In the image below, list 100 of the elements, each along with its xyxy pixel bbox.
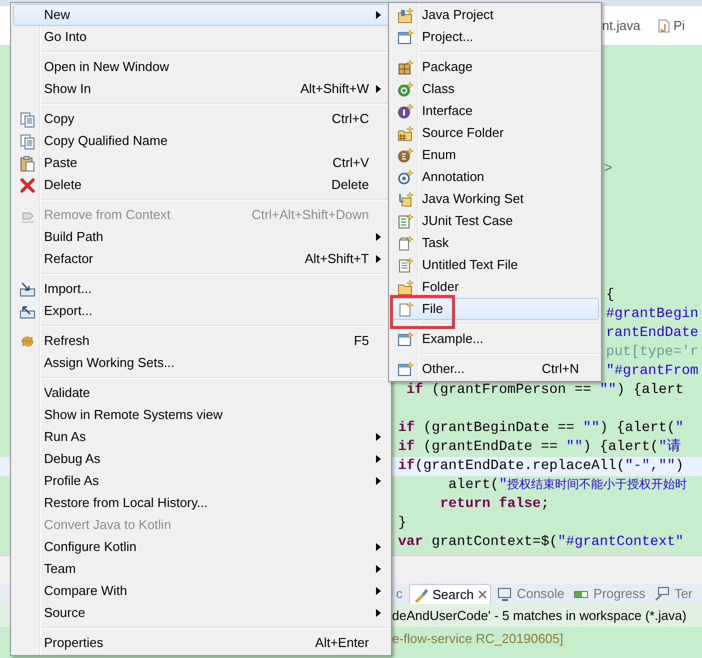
window-icon	[396, 360, 414, 378]
menu-item[interactable]: JUnit Test Case	[391, 210, 599, 232]
menu-item[interactable]: Java Project	[391, 4, 599, 26]
code-line: }	[398, 514, 406, 533]
submenu-arrow-icon	[376, 233, 381, 241]
panel-tab[interactable]: Ter	[651, 584, 696, 604]
menu-item[interactable]: Restore from Local History...	[13, 492, 389, 514]
task-icon	[396, 234, 414, 252]
code-line: if (grantBeginDate == "") {alert("	[398, 419, 684, 438]
menu-item[interactable]: Interface	[391, 100, 599, 122]
search-results-summary: deAndUserCode' - 5 matches in workspace (*.java)	[392, 606, 686, 625]
menu-item[interactable]: Debug As	[13, 448, 389, 470]
menu-item[interactable]: Java Working Set	[391, 188, 599, 210]
menu-item[interactable]: Package	[391, 56, 599, 78]
code-line: return false;	[439, 495, 550, 514]
menu-item[interactable]: Compare With	[13, 580, 389, 602]
code-line: {	[606, 286, 614, 305]
code-fragment: >	[604, 160, 612, 179]
folder-icon	[396, 278, 414, 296]
keyboard-shortcut: F5	[352, 332, 369, 350]
menu-item[interactable]: Properties Alt+Enter	[13, 632, 389, 654]
menu-item[interactable]: Refresh F5	[13, 330, 389, 352]
class-icon	[396, 80, 414, 98]
submenu-arrow-icon	[376, 587, 381, 595]
panel-tab[interactable]: c	[393, 584, 406, 604]
menu-item[interactable]: Refactor Alt+Shift+T	[13, 248, 389, 270]
editor-tab[interactable]: nt.java	[602, 16, 640, 36]
submenu-arrow-icon	[376, 255, 381, 263]
keyboard-shortcut: Alt+Enter	[314, 634, 369, 652]
menu-item[interactable]: Source	[13, 602, 389, 624]
menu-item[interactable]: Folder	[391, 276, 599, 298]
menu-item[interactable]: Paste Ctrl+V	[13, 152, 389, 174]
menu-item[interactable]: Configure Kotlin	[13, 536, 389, 558]
project-folder-icon	[396, 6, 414, 24]
menu-item[interactable]: Export...	[13, 300, 389, 322]
panel-tab[interactable]: Console	[494, 584, 568, 604]
code-line: #grantBegin	[606, 305, 698, 324]
keyboard-shortcut: Ctrl+Alt+Shift+Down	[250, 206, 369, 224]
menu-item[interactable]: File	[391, 298, 599, 320]
menu-item[interactable]: Class	[391, 78, 599, 100]
project-label: e-flow-service RC_20190605]	[392, 630, 564, 648]
code-line: if(grantEndDate.replaceAll("-","")	[398, 457, 684, 476]
enum-icon	[396, 146, 414, 164]
copy-icon	[18, 110, 36, 128]
menu-item[interactable]: Copy Qualified Name	[13, 130, 389, 152]
annotation-icon	[396, 168, 414, 186]
menu-item[interactable]: Go Into	[13, 26, 389, 48]
code-line: put[type='r	[606, 343, 698, 362]
menu-item[interactable]: Run As	[13, 426, 389, 448]
menu-item[interactable]: Show in Remote Systems view	[13, 404, 389, 426]
text-file-icon	[396, 256, 414, 274]
menu-item[interactable]: Example...	[391, 328, 599, 350]
editor-tab[interactable]: Pi	[658, 16, 685, 36]
submenu-arrow-icon	[376, 543, 381, 551]
copy-icon	[18, 132, 36, 150]
menu-item[interactable]: Delete Delete	[13, 174, 389, 196]
package-icon	[396, 58, 414, 76]
delete-icon	[18, 176, 36, 194]
submenu-arrow-icon	[376, 433, 381, 441]
file-icon	[396, 300, 414, 318]
menu-item[interactable]: Task	[391, 232, 599, 254]
menu-item[interactable]: New	[13, 4, 389, 26]
code-line: if (grantFromPerson == "") {alert	[405, 381, 684, 400]
import-icon	[18, 280, 36, 298]
keyboard-shortcut: Ctrl+N	[540, 360, 579, 378]
window-icon	[396, 330, 414, 348]
clipboard-icon	[18, 154, 36, 172]
code-line: var grantContext=$("#grantContext"	[398, 533, 684, 552]
code-line: "#grantFrom	[606, 362, 698, 381]
submenu-arrow-icon	[376, 477, 381, 485]
menu-item[interactable]: Untitled Text File	[391, 254, 599, 276]
test-case-icon	[396, 212, 414, 230]
menu-item[interactable]: Show In Alt+Shift+W	[13, 78, 389, 100]
menu-item[interactable]: Validate	[13, 382, 389, 404]
menu-item[interactable]: Assign Working Sets...	[13, 352, 389, 374]
submenu-arrow-icon	[376, 455, 381, 463]
close-icon[interactable]	[478, 590, 487, 599]
panel-tab[interactable]: Progress	[570, 584, 648, 604]
window-icon	[396, 28, 414, 46]
panel-tab[interactable]: Search	[408, 584, 491, 604]
menu-item[interactable]: Enum	[391, 144, 599, 166]
working-set-icon	[396, 190, 414, 208]
submenu-arrow-icon	[376, 85, 381, 93]
menu-item[interactable]: Other... Ctrl+N	[391, 358, 599, 380]
menu-item[interactable]: Open in New Window	[13, 56, 389, 78]
keyboard-shortcut: Ctrl+V	[332, 154, 369, 172]
menu-item[interactable]: Source Folder	[391, 122, 599, 144]
keyboard-shortcut: Alt+Shift+W	[299, 80, 369, 98]
menu-item[interactable]: Profile As	[13, 470, 389, 492]
menu-item[interactable]: Copy Ctrl+C	[13, 108, 389, 130]
menu-item[interactable]: Project...	[391, 26, 599, 48]
submenu-arrow-icon	[376, 11, 381, 19]
interface-icon	[396, 102, 414, 120]
menu-item[interactable]: Build Path	[13, 226, 389, 248]
menu-item[interactable]: Import...	[13, 278, 389, 300]
keyboard-shortcut: Ctrl+C	[330, 110, 369, 128]
keyboard-shortcut: Alt+Shift+T	[304, 250, 369, 268]
menu-item[interactable]: Annotation	[391, 166, 599, 188]
submenu-arrow-icon	[376, 609, 381, 617]
java-file-icon	[658, 18, 670, 32]
